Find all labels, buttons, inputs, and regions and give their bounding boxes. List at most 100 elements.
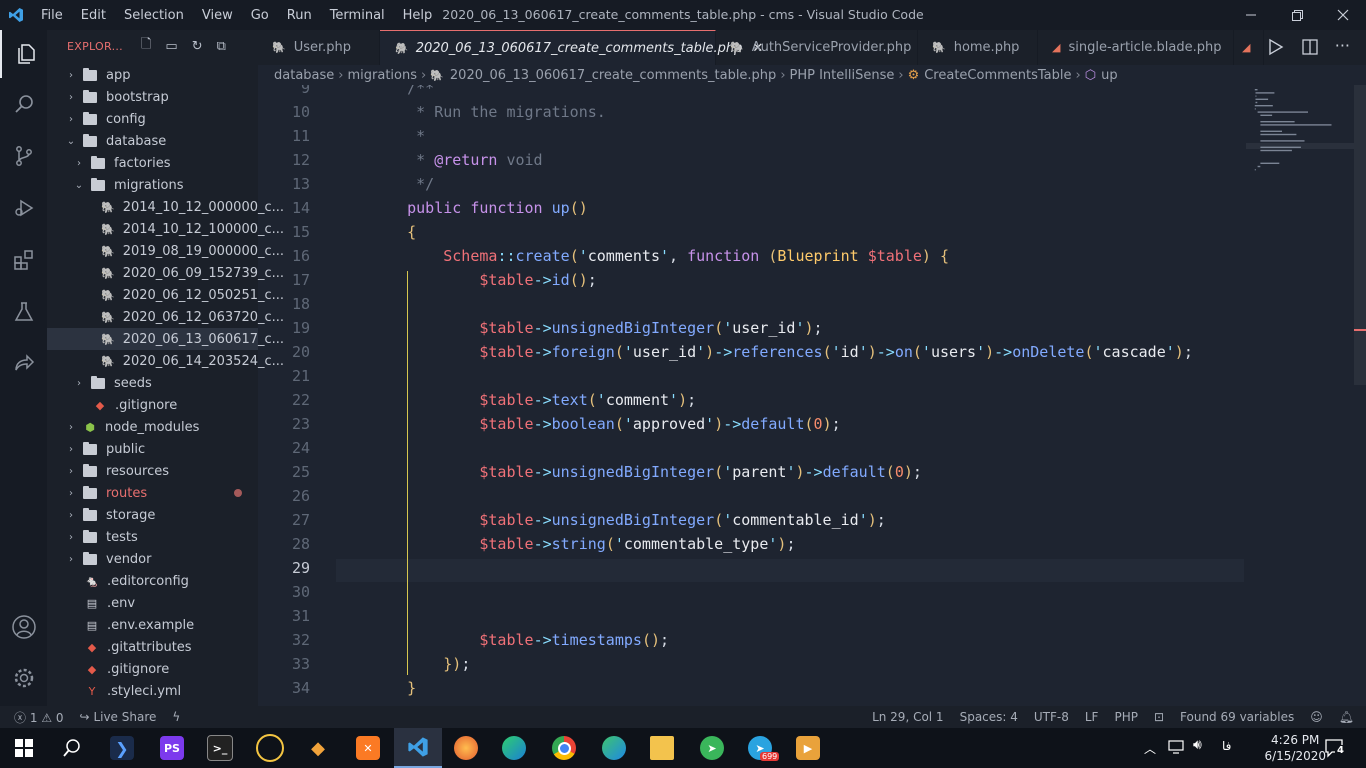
taskbar-search-button[interactable] bbox=[48, 728, 96, 768]
variables-found[interactable]: Found 69 variables bbox=[1172, 710, 1302, 724]
minimize-button[interactable] bbox=[1228, 0, 1274, 30]
menu-edit[interactable]: Edit bbox=[72, 8, 115, 23]
new-folder-icon[interactable]: ▭ bbox=[165, 39, 177, 54]
tree-item[interactable]: 🐁 .editorconfig bbox=[47, 570, 258, 592]
tab-user-php[interactable]: 🐘 User.php bbox=[258, 30, 380, 65]
indentation-status[interactable]: Spaces: 4 bbox=[952, 710, 1026, 724]
tab-single-article-blade[interactable]: ◢ single-article.blade.php bbox=[1038, 30, 1234, 65]
run-debug-activity-button[interactable] bbox=[0, 184, 47, 232]
tab-overflow[interactable]: ◢ bbox=[1234, 30, 1264, 65]
menu-help[interactable]: Help bbox=[394, 8, 442, 23]
taskbar-app-telegram[interactable]: ➤ 699 bbox=[736, 728, 784, 768]
tree-item[interactable]: › tests bbox=[47, 526, 258, 548]
manage-activity-button[interactable] bbox=[0, 654, 47, 702]
input-language[interactable]: فا bbox=[1222, 739, 1231, 753]
taskbar-app-firefox[interactable] bbox=[442, 728, 490, 768]
minimap[interactable] bbox=[1246, 85, 1356, 706]
source-control-activity-button[interactable] bbox=[0, 132, 47, 180]
problems-indicator[interactable]: ⓧ 1 ⚠ 0 bbox=[0, 709, 72, 726]
feedback-icon[interactable]: ☺ bbox=[1302, 710, 1331, 724]
tree-item[interactable]: › storage bbox=[47, 504, 258, 526]
breadcrumb-database[interactable]: database bbox=[274, 68, 334, 83]
tree-item[interactable]: › bootstrap bbox=[47, 86, 258, 108]
tree-item[interactable]: ▤ .env bbox=[47, 592, 258, 614]
breadcrumb-file[interactable]: 2020_06_13_060617_create_comments_table.… bbox=[450, 68, 776, 83]
taskbar-app-sequel[interactable]: ◆ bbox=[294, 728, 342, 768]
taskbar-app-circles[interactable] bbox=[246, 728, 294, 768]
tree-item[interactable]: › routes bbox=[47, 482, 258, 504]
breadcrumb-method[interactable]: up bbox=[1101, 68, 1118, 83]
tree-item[interactable]: ⌄ database bbox=[47, 130, 258, 152]
tree-item[interactable]: 🐘 2014_10_12_100000_c... bbox=[47, 218, 284, 240]
tab-create-comments-table[interactable]: 🐘 2020_06_13_060617_create_comments_tabl… bbox=[380, 30, 763, 65]
lightning-icon[interactable]: ϟ bbox=[164, 710, 188, 724]
more-actions-icon[interactable]: ··· bbox=[1335, 36, 1350, 55]
explorer-activity-button[interactable] bbox=[0, 30, 49, 78]
taskbar-app-globe[interactable] bbox=[590, 728, 638, 768]
tree-item[interactable]: › ⬢ node_modules bbox=[47, 416, 258, 438]
show-hidden-icons[interactable]: ︿ bbox=[1144, 740, 1156, 757]
tree-item[interactable]: › vendor bbox=[47, 548, 258, 570]
terminal-toggle-icon[interactable]: ⊡ bbox=[1146, 710, 1172, 724]
tab-auth-service-provider[interactable]: 🐘 AuthServiceProvider.php bbox=[716, 30, 918, 65]
breadcrumb-migrations[interactable]: migrations bbox=[347, 68, 417, 83]
menu-run[interactable]: Run bbox=[278, 8, 321, 23]
tree-item[interactable]: Y .styleci.yml bbox=[47, 680, 258, 702]
refresh-icon[interactable]: ↻ bbox=[192, 39, 203, 54]
tree-item[interactable]: ◆ .gitattributes bbox=[47, 636, 258, 658]
search-activity-button[interactable] bbox=[0, 80, 47, 128]
editor-scrollbar[interactable] bbox=[1354, 85, 1366, 385]
new-file-icon[interactable]: 🗋 bbox=[141, 35, 151, 57]
close-window-button[interactable] bbox=[1320, 0, 1366, 30]
tree-item[interactable]: ◆ .gitignore bbox=[47, 394, 258, 416]
tree-item[interactable]: › config bbox=[47, 108, 258, 130]
run-button[interactable] bbox=[1268, 38, 1284, 60]
taskbar-app-messenger[interactable]: ➤ bbox=[688, 728, 736, 768]
language-status[interactable]: PHP bbox=[1106, 710, 1146, 724]
tree-item[interactable]: › seeds bbox=[47, 372, 258, 394]
tree-item[interactable]: ◆ .gitignore bbox=[47, 658, 258, 680]
testing-activity-button[interactable] bbox=[0, 288, 47, 336]
tree-item[interactable]: › public bbox=[47, 438, 258, 460]
eol-status[interactable]: LF bbox=[1077, 710, 1107, 724]
tree-item[interactable]: › app bbox=[47, 64, 258, 86]
tree-item[interactable]: 🐘 2020_06_13_060617_c... bbox=[47, 328, 284, 350]
network-icon[interactable] bbox=[1168, 739, 1186, 759]
tab-home-php[interactable]: 🐘 home.php bbox=[918, 30, 1038, 65]
menu-file[interactable]: File bbox=[32, 8, 72, 23]
taskbar-app-phpstorm[interactable]: PS bbox=[148, 728, 196, 768]
accounts-activity-button[interactable] bbox=[0, 603, 47, 651]
taskbar-app-chrome[interactable] bbox=[540, 728, 588, 768]
tree-item[interactable]: › resources bbox=[47, 460, 258, 482]
taskbar-app-vscode[interactable] bbox=[394, 728, 442, 768]
tree-item[interactable]: 🐘 2020_06_12_063720_c... bbox=[47, 306, 284, 328]
menu-go[interactable]: Go bbox=[242, 8, 278, 23]
taskbar-clock[interactable]: 4:26 PM 6/15/2020 bbox=[1264, 732, 1326, 764]
extensions-activity-button[interactable] bbox=[0, 236, 47, 284]
action-center-button[interactable]: 4 bbox=[1324, 737, 1346, 763]
tree-item[interactable]: › factories bbox=[47, 152, 258, 174]
taskbar-app-file-explorer[interactable] bbox=[638, 728, 686, 768]
tree-item[interactable]: 🐘 2020_06_09_152739_c... bbox=[47, 262, 284, 284]
breadcrumb-class[interactable]: CreateCommentsTable bbox=[924, 68, 1071, 83]
taskbar-app-powershell[interactable]: ❯ bbox=[98, 728, 146, 768]
maximize-button[interactable] bbox=[1274, 0, 1320, 30]
menu-terminal[interactable]: Terminal bbox=[321, 8, 394, 23]
cursor-position[interactable]: Ln 29, Col 1 bbox=[864, 710, 952, 724]
live-share-status[interactable]: ↪ Live Share bbox=[72, 710, 165, 724]
tree-item[interactable]: ▤ .env.example bbox=[47, 614, 258, 636]
code-editor[interactable]: 9 /** 10 * Run the migrations. 11 * 12 * @r… bbox=[258, 85, 1366, 706]
live-share-activity-button[interactable] bbox=[0, 340, 47, 388]
taskbar-app-media-player[interactable]: ▶ bbox=[784, 728, 832, 768]
taskbar-app-terminal[interactable]: >_ bbox=[196, 728, 244, 768]
tree-item[interactable]: 🐘 2020_06_12_050251_c... bbox=[47, 284, 284, 306]
start-button[interactable] bbox=[0, 728, 48, 768]
notifications-bell-icon[interactable]: 🔔︎ bbox=[1331, 710, 1366, 724]
menu-view[interactable]: View bbox=[193, 8, 242, 23]
split-editor-button[interactable] bbox=[1302, 39, 1318, 59]
collapse-all-icon[interactable]: ⧉ bbox=[217, 39, 226, 54]
tree-item[interactable]: ⌄ migrations bbox=[47, 174, 258, 196]
breadcrumb-intellisense[interactable]: PHP IntelliSense bbox=[790, 68, 895, 83]
taskbar-app-xampp[interactable]: ✕ bbox=[344, 728, 392, 768]
tree-item[interactable]: 🐘 2014_10_12_000000_c... bbox=[47, 196, 284, 218]
